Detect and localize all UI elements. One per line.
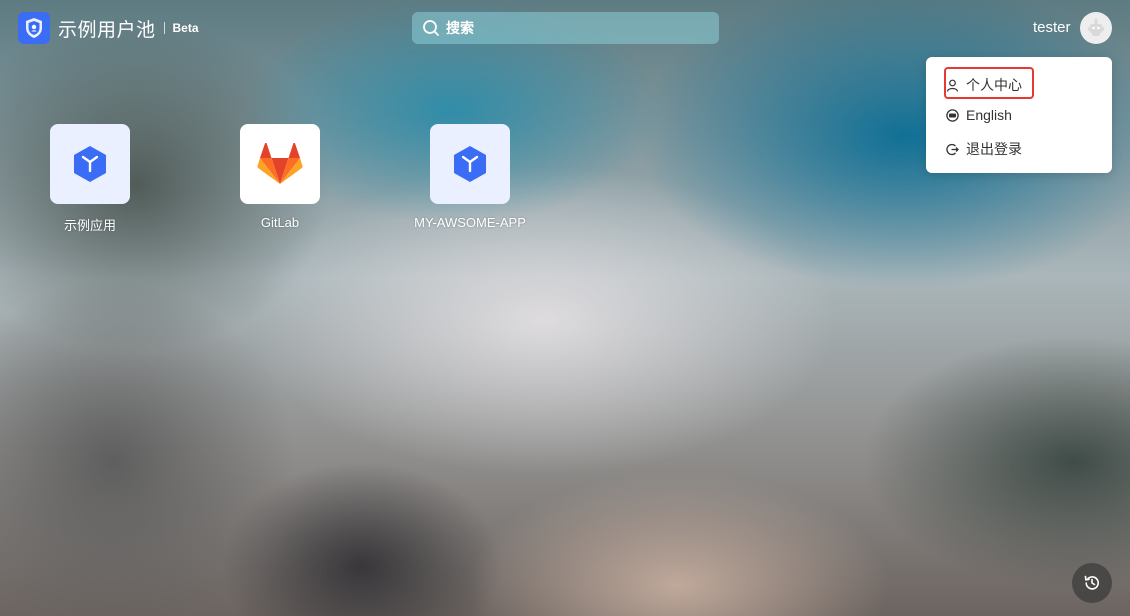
user-icon bbox=[946, 79, 959, 92]
username[interactable]: tester bbox=[1033, 19, 1071, 36]
app-tile-gitlab[interactable]: GitLab bbox=[210, 124, 350, 230]
title-divider bbox=[163, 22, 165, 34]
menu-item-profile[interactable]: 个人中心 bbox=[946, 75, 1022, 95]
menu-item-label: 退出登录 bbox=[966, 141, 1022, 157]
app-label: GitLab bbox=[260, 215, 300, 230]
app-label: MY-AWSOME-APP bbox=[414, 215, 526, 230]
brand[interactable]: 示例用户池 Beta bbox=[18, 12, 199, 44]
app-tile-example[interactable]: 示例应用 bbox=[20, 124, 160, 234]
search-icon bbox=[423, 20, 439, 36]
robot-avatar-icon[interactable] bbox=[1080, 12, 1112, 44]
beta-badge: Beta bbox=[172, 21, 199, 35]
menu-item-logout[interactable]: 退出登录 bbox=[946, 139, 1022, 159]
history-button[interactable] bbox=[1072, 563, 1112, 603]
search-bar[interactable] bbox=[412, 12, 719, 44]
search-input[interactable] bbox=[446, 20, 696, 36]
app-label: 示例应用 bbox=[63, 218, 116, 233]
language-icon bbox=[946, 108, 959, 122]
app-tile-my-awsome-app[interactable]: MY-AWSOME-APP bbox=[400, 124, 540, 230]
menu-item-language[interactable]: English bbox=[946, 107, 1012, 123]
user-menu: 个人中心 English 退出登录 bbox=[926, 57, 1112, 173]
menu-item-label: English bbox=[966, 107, 1012, 123]
shield-icon bbox=[18, 12, 50, 44]
gitlab-icon bbox=[240, 124, 320, 204]
cube-app-icon bbox=[50, 124, 130, 204]
menu-item-label: 个人中心 bbox=[966, 77, 1022, 93]
logout-icon bbox=[946, 143, 959, 155]
history-icon bbox=[1084, 575, 1099, 590]
cube-app-icon bbox=[430, 124, 510, 204]
app-name: 示例用户池 bbox=[58, 19, 156, 41]
